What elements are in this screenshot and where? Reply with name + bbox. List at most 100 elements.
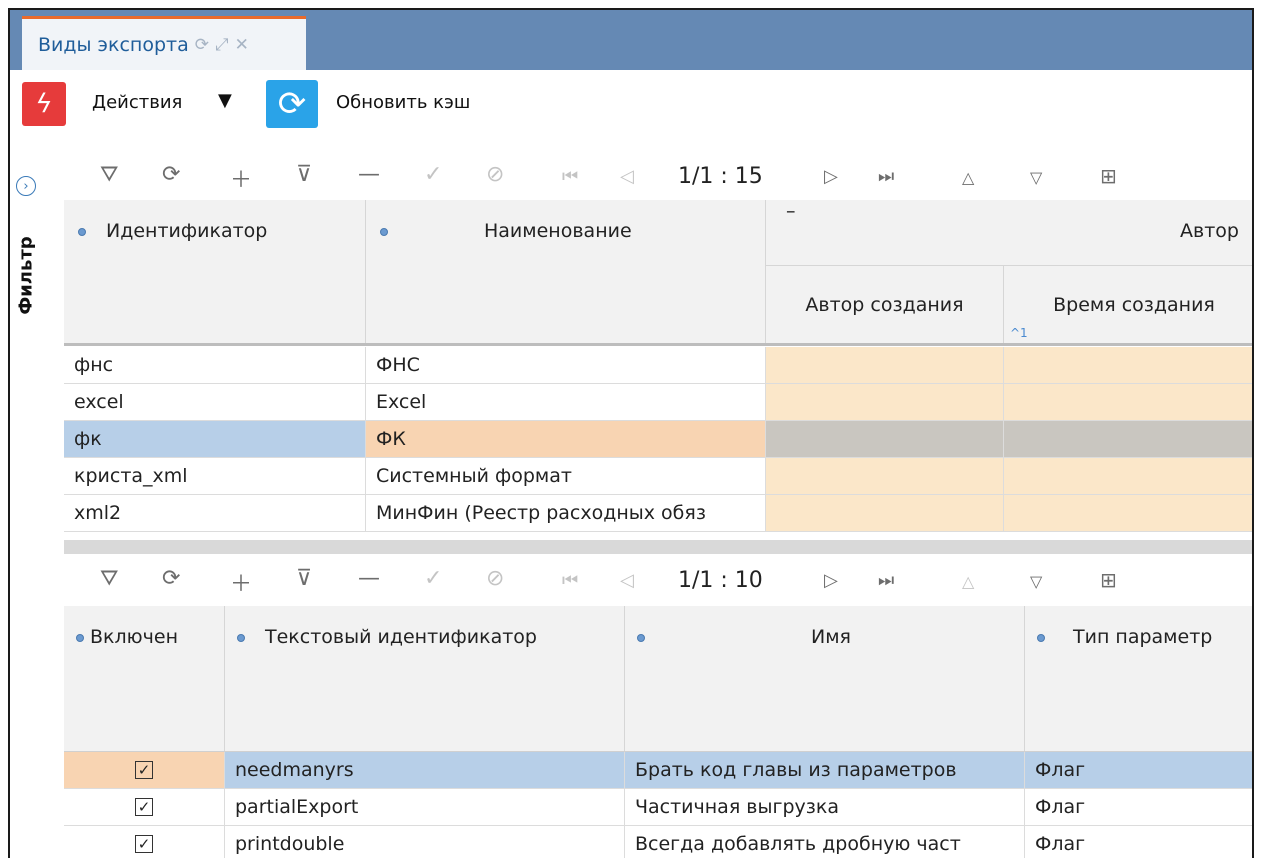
cell-id[interactable]: криста_xml — [64, 458, 366, 494]
refresh-cache-icon[interactable]: ⟳ — [266, 80, 318, 128]
table-row-selected[interactable]: ✓ needmanyrs Брать код главы из параметр… — [64, 752, 1252, 789]
cell-author[interactable] — [766, 495, 1004, 531]
cell-name[interactable]: Всегда добавлять дробную част — [625, 826, 1025, 858]
add-icon[interactable]: ＋ — [230, 162, 252, 194]
cell-time[interactable] — [1004, 347, 1252, 383]
sort-down-icon[interactable]: ▽ — [1030, 572, 1042, 591]
cell-enabled[interactable]: ✓ — [64, 752, 225, 788]
copy-icon[interactable]: ⊽ — [296, 162, 312, 187]
close-icon[interactable]: ✕ — [235, 35, 249, 55]
cell-name[interactable]: ФК — [366, 421, 766, 457]
cell-id[interactable]: фнс — [64, 347, 366, 383]
enabled-checkbox[interactable]: ✓ — [135, 761, 153, 779]
col-header-param-type[interactable]: Тип параметр — [1025, 606, 1252, 751]
cell-enabled[interactable]: ✓ — [64, 789, 225, 825]
cell-text-id[interactable]: needmanyrs — [225, 752, 625, 788]
copy-icon[interactable]: ⊽ — [296, 566, 312, 591]
col-header-text-id[interactable]: Текстовый идентификатор — [225, 606, 625, 751]
cell-type[interactable]: Флаг — [1025, 826, 1252, 858]
cell-enabled[interactable]: ✓ — [64, 826, 225, 858]
table-row[interactable]: excel Excel — [64, 384, 1252, 421]
add-icon[interactable]: ＋ — [230, 566, 252, 598]
last-page-icon[interactable]: ⏭ — [878, 570, 894, 591]
col-header-author[interactable]: Автор создания — [766, 266, 1004, 343]
filter-icon[interactable]: ⛛ — [100, 162, 118, 187]
cell-time[interactable] — [1004, 384, 1252, 420]
last-page-icon[interactable]: ⏭ — [878, 166, 894, 187]
cell-author[interactable] — [766, 347, 1004, 383]
filter-label-text: Фильтр — [15, 235, 37, 315]
actions-button[interactable]: Действия — [92, 92, 182, 113]
col-group-author-label: Автор — [1180, 220, 1239, 242]
save-icon[interactable]: ✓ — [424, 162, 442, 187]
grid2-navbar: ⛛ ⟳ ＋ ⊽ — ✓ ⊘ ⏮ ◁ 1/1 : 10 ▷ ⏭ △ ▽ ⊞ — [64, 558, 1252, 602]
cell-author[interactable] — [766, 458, 1004, 494]
cancel-icon[interactable]: ⊘ — [486, 566, 504, 591]
next-page-icon[interactable]: ▷ — [824, 166, 838, 187]
horizontal-scrollbar[interactable] — [64, 540, 1252, 554]
next-page-icon[interactable]: ▷ — [824, 570, 838, 591]
cell-text-id[interactable]: printdouble — [225, 826, 625, 858]
cell-id[interactable]: фк — [64, 421, 366, 457]
cell-name[interactable]: Системный формат — [366, 458, 766, 494]
enabled-checkbox[interactable]: ✓ — [135, 798, 153, 816]
columns-icon[interactable]: ⊞ — [1100, 568, 1117, 592]
cell-time[interactable] — [1004, 421, 1252, 457]
cell-name[interactable]: ФНС — [366, 347, 766, 383]
enabled-checkbox[interactable]: ✓ — [135, 835, 153, 853]
sort-up-icon[interactable]: △ — [962, 168, 974, 187]
col-header-id[interactable]: Идентификатор — [64, 200, 366, 343]
refresh-tab-icon[interactable]: ⟳ — [195, 35, 209, 55]
col-header-name[interactable]: Наименование — [366, 200, 766, 343]
table-row[interactable]: ✓ partialExport Частичная выгрузка Флаг — [64, 789, 1252, 826]
delete-icon[interactable]: — — [358, 566, 380, 591]
cell-author[interactable] — [766, 384, 1004, 420]
sort-down-icon[interactable]: ▽ — [1030, 168, 1042, 187]
cell-id[interactable]: xml2 — [64, 495, 366, 531]
cell-name[interactable]: Excel — [366, 384, 766, 420]
cell-id[interactable]: excel — [64, 384, 366, 420]
delete-icon[interactable]: — — [358, 162, 380, 187]
tab-export-types[interactable]: Виды экспорта ⟳ ⤢ ✕ — [22, 16, 306, 70]
sort-dot-icon — [637, 633, 645, 642]
cell-time[interactable] — [1004, 495, 1252, 531]
cell-name[interactable]: Частичная выгрузка — [625, 789, 1025, 825]
cancel-icon[interactable]: ⊘ — [486, 162, 504, 187]
chevron-down-icon[interactable]: ▼ — [218, 90, 232, 111]
refresh-cache-button[interactable]: Обновить кэш — [336, 92, 470, 113]
sort-dot-icon — [78, 227, 86, 236]
cell-name[interactable]: Брать код главы из параметров — [625, 752, 1025, 788]
prev-page-icon[interactable]: ◁ — [620, 570, 634, 591]
maximize-icon[interactable]: ⤢ — [215, 35, 229, 55]
col-header-time[interactable]: Время создания ^1 — [1004, 266, 1252, 343]
expand-filter-icon[interactable]: › — [16, 176, 36, 196]
cell-author[interactable] — [766, 421, 1004, 457]
grid2: Включен Текстовый идентификатор Имя Тип … — [64, 606, 1252, 858]
collapse-group-icon[interactable]: – — [786, 200, 796, 222]
filter-panel-label[interactable]: Фильтр — [12, 220, 40, 330]
tab-title: Виды экспорта — [38, 33, 189, 56]
cell-name[interactable]: МинФин (Реестр расходных обяз — [366, 495, 766, 531]
columns-icon[interactable]: ⊞ — [1100, 164, 1117, 188]
col-header-enabled[interactable]: Включен — [64, 606, 225, 751]
sort-up-icon[interactable]: △ — [962, 572, 974, 591]
cell-text-id[interactable]: partialExport — [225, 789, 625, 825]
refresh-icon[interactable]: ⟳ — [162, 162, 180, 187]
table-row[interactable]: xml2 МинФин (Реестр расходных обяз — [64, 495, 1252, 532]
filter-icon[interactable]: ⛛ — [100, 566, 118, 591]
first-page-icon[interactable]: ⏮ — [562, 166, 578, 187]
cell-type[interactable]: Флаг — [1025, 789, 1252, 825]
prev-page-icon[interactable]: ◁ — [620, 166, 634, 187]
save-icon[interactable]: ✓ — [424, 566, 442, 591]
cell-time[interactable] — [1004, 458, 1252, 494]
table-row[interactable]: ✓ printdouble Всегда добавлять дробную ч… — [64, 826, 1252, 858]
col-group-author[interactable]: – Автор — [766, 200, 1252, 266]
table-row-selected[interactable]: фк ФК — [64, 421, 1252, 458]
first-page-icon[interactable]: ⏮ — [562, 570, 578, 591]
table-row[interactable]: фнс ФНС — [64, 347, 1252, 384]
col-header-name[interactable]: Имя — [625, 606, 1025, 751]
refresh-icon[interactable]: ⟳ — [162, 566, 180, 591]
lightning-icon[interactable]: ϟ — [22, 82, 66, 126]
table-row[interactable]: криста_xml Системный формат — [64, 458, 1252, 495]
cell-type[interactable]: Флаг — [1025, 752, 1252, 788]
